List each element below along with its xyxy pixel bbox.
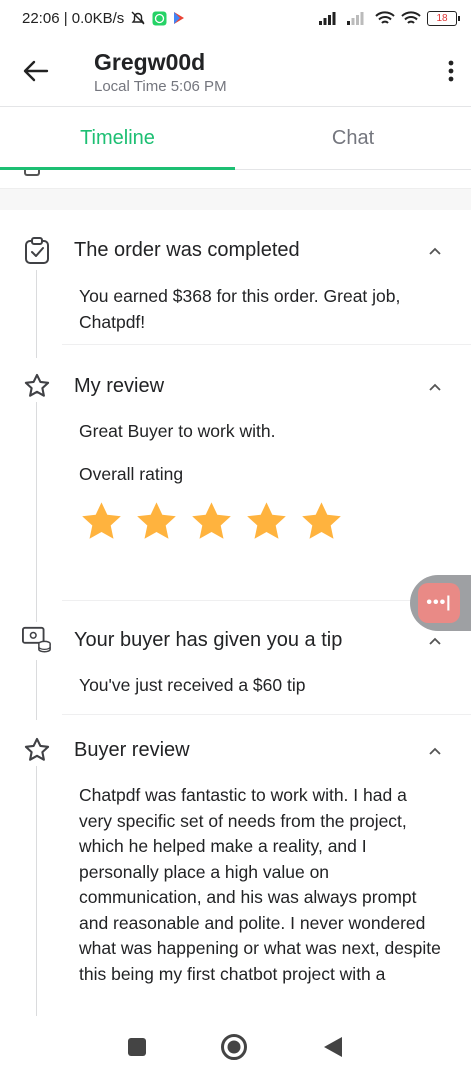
square-icon — [127, 1037, 146, 1056]
star-filled-icon — [82, 502, 121, 539]
clipboard-check-icon — [22, 236, 52, 266]
battery-icon: 18 — [427, 10, 460, 26]
separator — [62, 714, 471, 715]
star-filled-icon — [192, 502, 231, 539]
home-circle-icon — [221, 1033, 248, 1060]
more-vert-icon — [448, 60, 454, 82]
collapse-chevron-icon[interactable] — [427, 243, 443, 259]
back-button[interactable] — [0, 36, 72, 106]
back-nav-button[interactable] — [322, 1035, 344, 1064]
tip-icon — [22, 625, 52, 655]
whatsapp-icon — [152, 11, 167, 26]
local-time: Local Time 5:06 PM — [94, 77, 227, 95]
star-filled-icon — [247, 502, 286, 539]
collapse-chevron-icon[interactable] — [427, 743, 443, 759]
event-title: Your buyer has given you a tip — [74, 629, 343, 651]
star-filled-icon — [137, 502, 176, 539]
chat-bubble-icon[interactable]: •••| — [418, 583, 460, 623]
rating-stars — [79, 499, 344, 544]
tab-chat[interactable]: Chat — [235, 107, 471, 169]
timeline-line — [36, 402, 37, 622]
triangle-back-icon — [324, 1036, 343, 1057]
collapse-chevron-icon[interactable] — [427, 379, 443, 395]
overall-rating-label: Overall rating — [79, 464, 184, 484]
floating-chat-handle[interactable]: •••| — [410, 575, 471, 631]
event-title: Buyer review — [74, 739, 190, 761]
review-text: Great Buyer to work with. — [79, 421, 276, 441]
status-bar: 22:06 | 0.0KB/s 18 — [0, 0, 471, 36]
star-filled-icon — [302, 502, 341, 539]
event-title: My review — [74, 375, 165, 397]
play-store-icon — [173, 11, 185, 25]
wifi-2-icon — [401, 10, 421, 26]
more-options-button[interactable] — [431, 36, 471, 106]
timeline-line — [36, 766, 37, 1016]
buyer-review-text: Chatpdf was fantastic to work with. I ha… — [79, 785, 441, 984]
home-button[interactable] — [220, 1033, 248, 1066]
partial-icon — [24, 170, 40, 176]
user-name: Gregw00d — [94, 48, 206, 75]
event-title: The order was completed — [74, 239, 300, 261]
timeline-line — [36, 660, 37, 720]
event-body: You earned $368 for this order. Great jo… — [79, 286, 401, 332]
timeline-line — [36, 270, 37, 358]
tab-bar: Timeline Chat — [0, 106, 471, 170]
system-nav-bar — [0, 1018, 471, 1080]
wifi-icon — [375, 10, 395, 26]
status-time: 22:06 | 0.0KB/s — [22, 9, 125, 27]
arrow-left-icon — [23, 60, 49, 82]
section-divider — [0, 188, 471, 210]
event-body: You've just received a $60 tip — [79, 675, 306, 695]
signal-icon — [319, 11, 341, 25]
recents-button[interactable] — [127, 1037, 147, 1062]
collapse-chevron-icon[interactable] — [427, 633, 443, 649]
separator — [62, 344, 471, 345]
star-outline-icon — [22, 735, 52, 765]
star-outline-icon — [22, 371, 52, 401]
signal-2-icon — [347, 11, 369, 25]
header-title-block: Gregw00d Local Time 5:06 PM — [72, 48, 431, 95]
tab-timeline[interactable]: Timeline — [0, 107, 235, 170]
mute-icon — [130, 10, 146, 26]
chat-header: Gregw00d Local Time 5:06 PM — [0, 36, 471, 106]
